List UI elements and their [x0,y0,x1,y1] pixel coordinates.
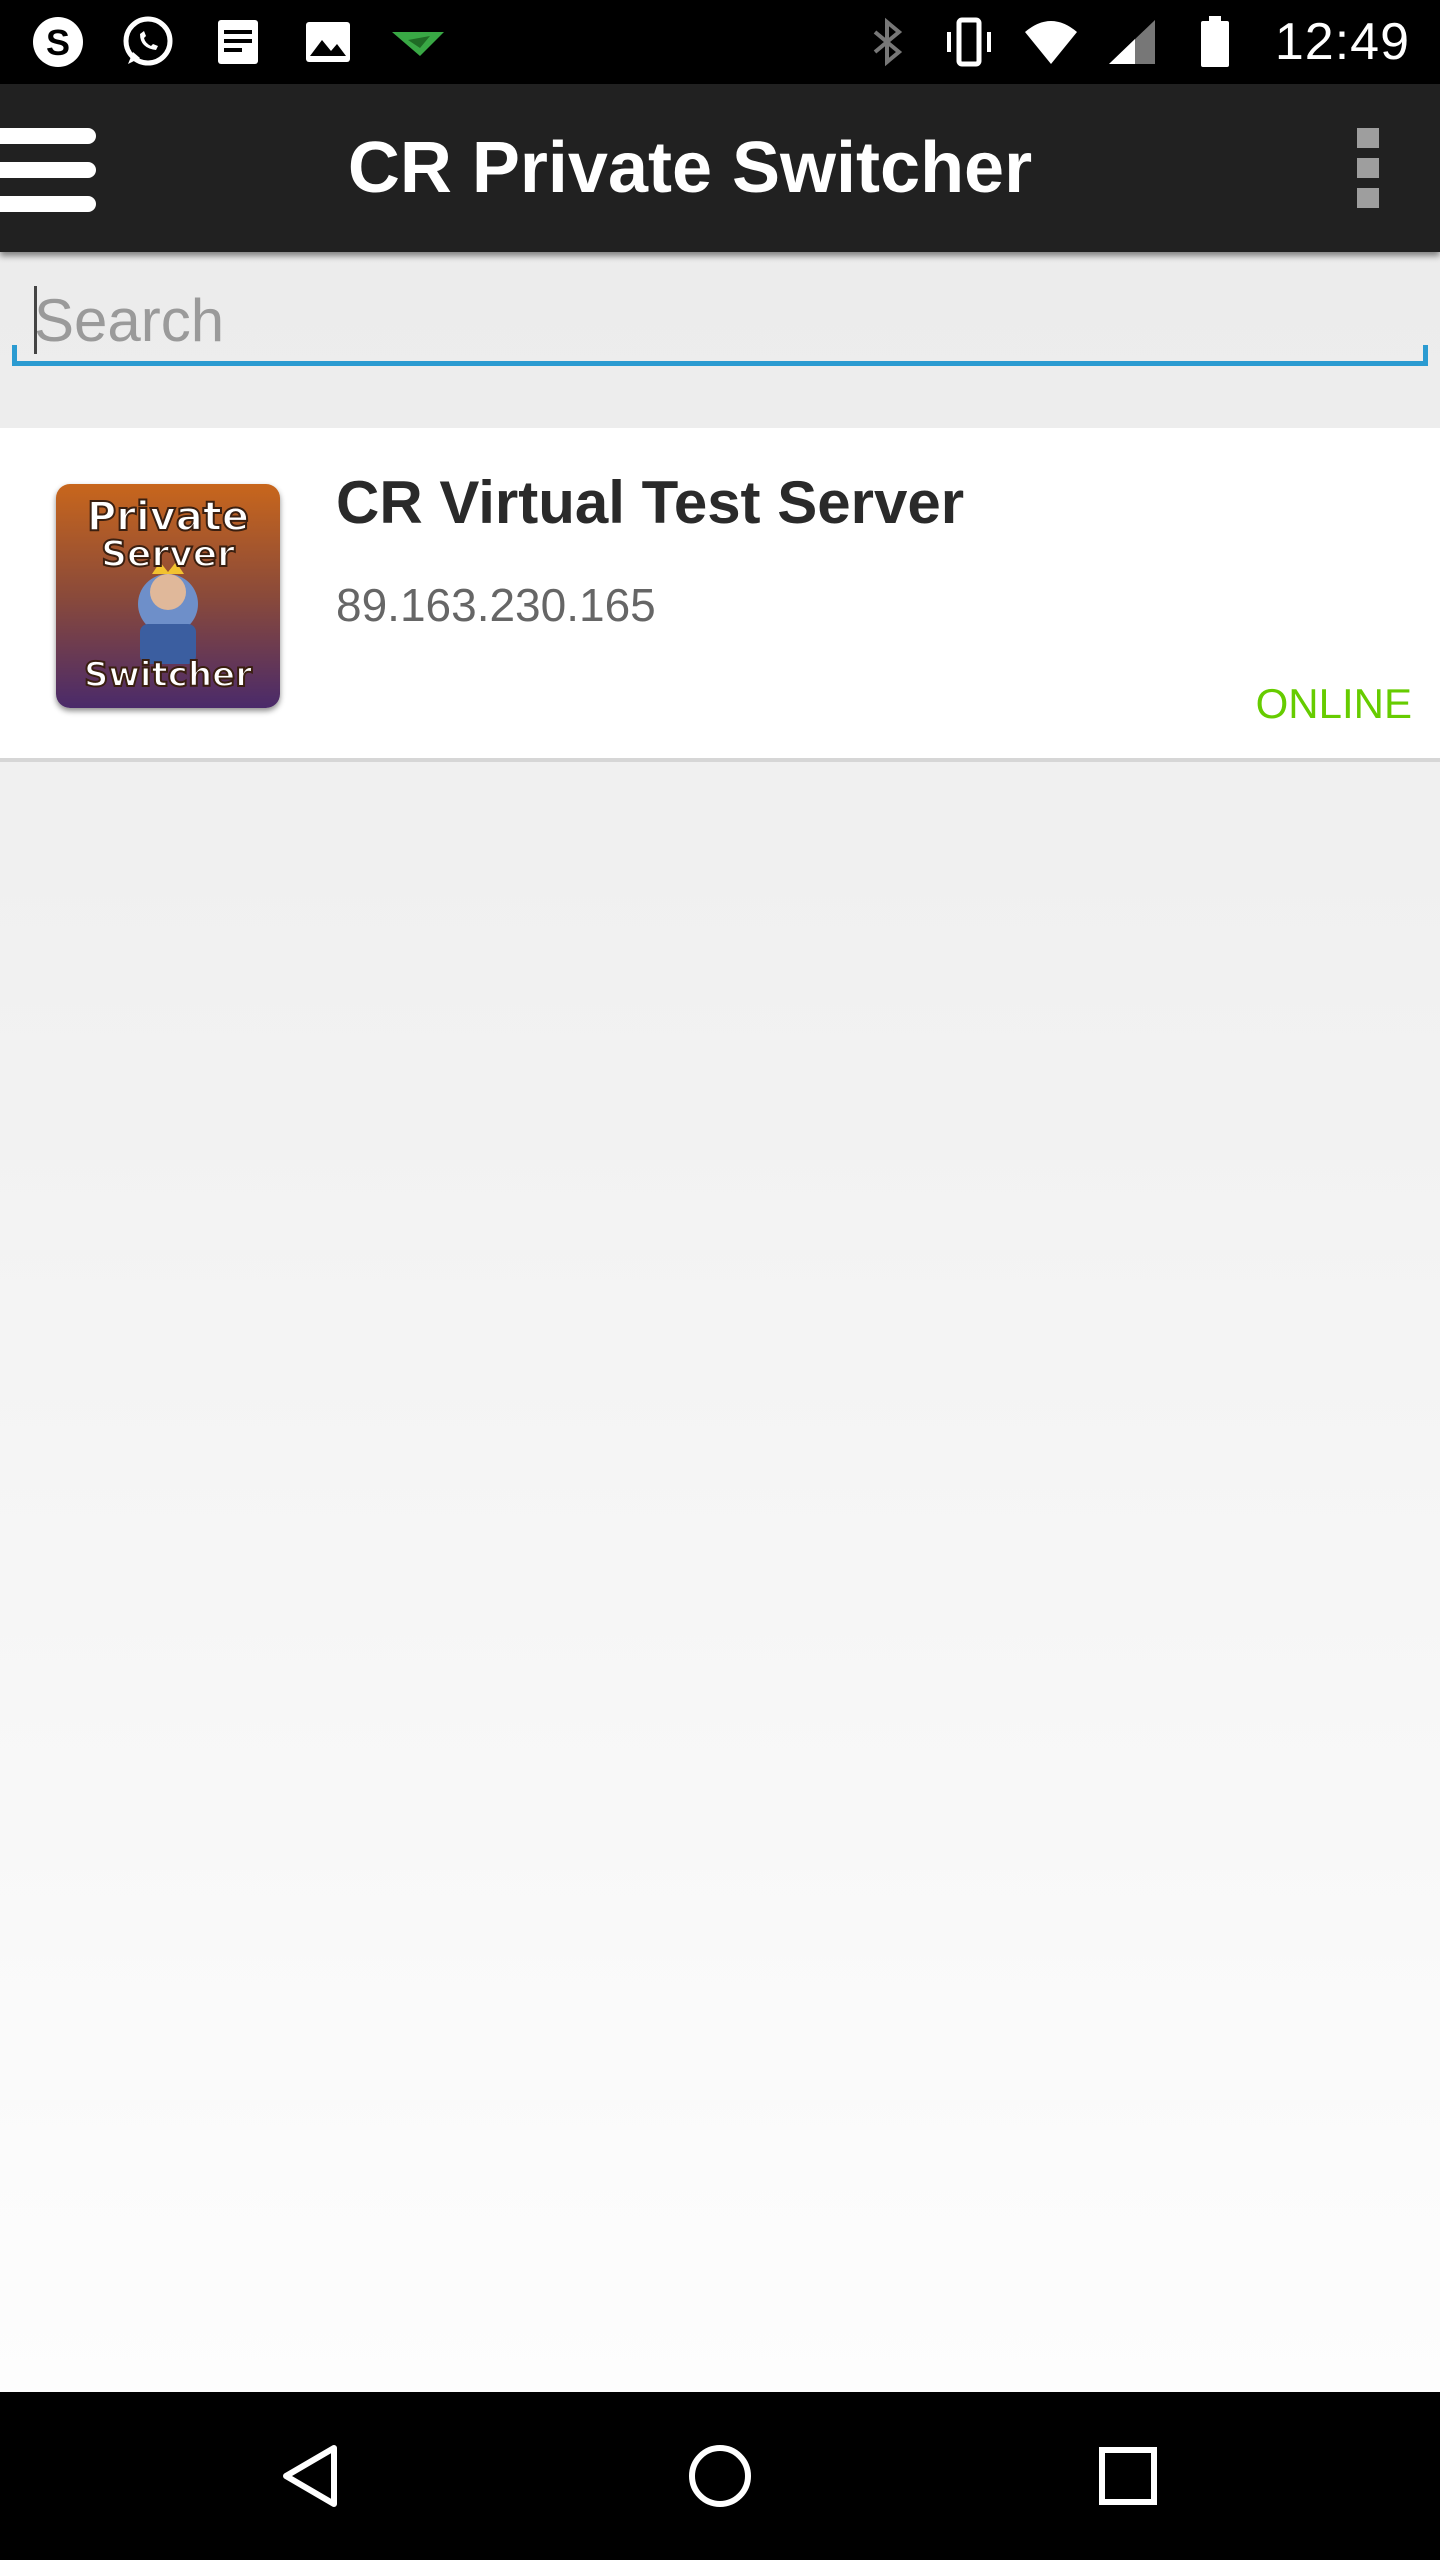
screen: S 12:49 CR Private Switcher Search Priva… [0,0,1440,2560]
list-item-server[interactable]: Private Server Switcher CR Virtual Test … [0,428,1440,762]
signal-icon [1105,14,1161,70]
page-title: CR Private Switcher [347,128,1033,208]
icon-text-line: Switcher [84,655,252,695]
navigation-bar [0,2392,1440,2560]
home-icon[interactable] [680,2436,760,2516]
whatsapp-icon [120,14,176,70]
more-dot [1357,188,1379,208]
battery-icon [1187,14,1243,70]
bluetooth-icon [859,14,915,70]
server-app-icon: Private Server Switcher [56,484,280,708]
notes-icon [210,14,266,70]
search-field [12,276,1428,366]
status-badge: ONLINE [1255,680,1412,727]
recents-icon[interactable] [1088,2436,1168,2516]
server-name: CR Virtual Test Server [336,469,965,536]
more-vert-icon[interactable] [1356,128,1380,208]
notification-icons: S [30,14,446,70]
paper-plane-icon [390,14,446,70]
app-bar: CR Private Switcher [0,84,1440,252]
icon-text-line: Server [101,534,235,575]
gallery-icon [300,14,356,70]
svg-text:S: S [46,22,70,63]
vibrate-icon [941,14,997,70]
system-icons: 12:49 [859,12,1410,72]
more-dot [1357,128,1379,148]
wifi-icon [1023,14,1079,70]
server-ip: 89.163.230.165 [336,579,656,631]
search-input[interactable] [34,282,1394,358]
skype-icon: S [30,14,86,70]
more-dot [1357,158,1379,178]
status-time: 12:49 [1274,13,1410,71]
status-bar: S 12:49 [0,0,1440,84]
back-icon[interactable] [272,2436,352,2516]
text-cursor [34,286,37,354]
server-list-panel: Private Server Switcher CR Virtual Test … [0,252,1440,2392]
